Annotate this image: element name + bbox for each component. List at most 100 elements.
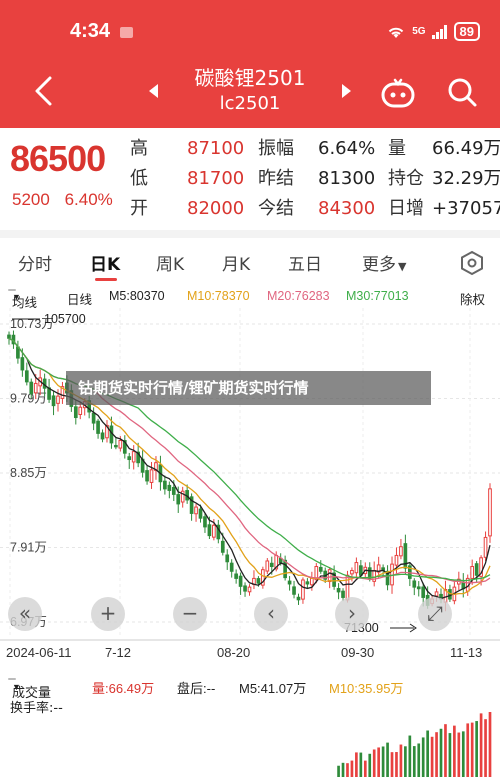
candle-body [394,554,399,566]
quote-row: 低 81700 昨结 81300 持仓 32.29万 [130,164,500,194]
candle-body [91,412,96,424]
candle-body [56,395,60,404]
tab-intraday[interactable]: 分时 [18,250,52,275]
candle-body [412,580,417,588]
period-tabs: 分时 日K 周K 月K 五日 更多 ▼ [0,240,500,284]
candle-body [118,440,123,449]
tab-monthly-k[interactable]: 月K [222,250,250,275]
active-tab-indicator [95,278,117,281]
candle-body [305,581,310,585]
x-tick-label: 7-12 [105,645,132,660]
header-bar: 4:34 5G 89 碳酸锂2501 lc2501 [0,0,500,128]
candle-body [51,395,56,407]
candle-body [310,577,314,586]
volume-bar [386,742,389,777]
value-open-interest: 32.29万 [432,168,500,189]
x-tick-label: 2024-06-11 [6,645,72,660]
scroll-right-icon[interactable]: › [335,597,369,631]
scroll-left-icon[interactable]: ‹ [254,597,288,631]
candle-body [354,562,359,574]
label-open-interest: 持仓 [388,168,424,189]
candle-body [29,381,34,395]
overlay-banner: 钴期货实时行情/锂矿期货实时行情 [66,371,431,405]
value-prev-settle: 81300 [318,168,376,189]
zoom-in-icon[interactable]: + [91,597,125,631]
volume-bar [439,728,443,777]
volume-bar [404,746,407,777]
volume-bar [341,762,345,777]
fullscreen-icon[interactable]: ⤢ [418,597,452,631]
indicator-type-select[interactable]: 均线 ▼ [8,289,37,310]
candle-body [203,516,207,528]
candle-body [131,451,136,463]
volume-bar [337,765,340,777]
volume-bar [461,731,465,777]
tab-more[interactable]: 更多 ▼ [362,250,406,275]
candle-body [318,566,323,572]
y-tick-label: 7.91万 [10,541,47,555]
settings-icon[interactable] [459,250,485,276]
candle-body [114,444,118,448]
candle-body [33,382,38,394]
y-tick-label: 8.85万 [10,466,47,480]
candle-body [421,586,426,598]
ma5-value: M5:80370 [109,289,165,303]
back-arrow-icon[interactable] [30,74,60,108]
candle-body [24,370,29,383]
tab-weekly-k[interactable]: 周K [156,250,184,275]
value-daily-change: +37057 [432,198,500,219]
candle-body [145,470,149,482]
network-label: 5G [412,25,426,37]
candle-body [269,562,274,568]
volume-bar [435,732,438,777]
tab-five-day[interactable]: 五日 [288,250,322,275]
label-settle: 今结 [258,198,294,219]
candle-body [73,406,78,419]
candle-body [198,508,203,519]
candle-body [488,488,492,537]
after-hours-volume: 盘后:-- [177,681,216,696]
candle-body [287,580,292,585]
volume-header: 成交量 ▼ 量:66.49万 盘后:-- M5:41.07万 M10:35.95万 [0,675,500,700]
volume-bar [359,752,363,777]
signal-icon [431,24,447,39]
next-contract-icon[interactable] [341,83,353,99]
adjust-toggle[interactable]: 除权 [460,289,485,308]
ma10-value: M10:78370 [187,289,250,303]
volume-bar [479,713,483,777]
value-amplitude: 6.64% [318,138,376,159]
change-value: 5200 [12,190,50,209]
notification-icon [120,27,133,38]
candle-body [127,456,132,461]
volume-bar [448,733,452,777]
candle-body [163,480,167,490]
candle-body [243,585,247,592]
candle-body [220,540,225,553]
volume-bar [426,730,429,777]
candle-body [212,524,216,538]
volume-indicator-select[interactable]: 成交量 ▼ [8,678,51,700]
zoom-out-full-icon[interactable]: « [8,597,42,631]
candle-body [229,562,234,572]
zoom-out-icon[interactable]: − [173,597,207,631]
volume-bar [475,721,478,777]
value-open: 82000 [187,198,245,219]
volume-bar [350,760,354,777]
value-low: 81700 [187,168,245,189]
candle-body [149,469,154,483]
volume-bar [346,763,349,777]
volume-bar [399,744,403,777]
tab-daily-k[interactable]: 日K [90,250,120,275]
search-icon[interactable] [446,76,478,108]
battery-indicator: 89 [453,22,480,41]
volume-bar [412,746,416,777]
contract-code: lc2501 [219,93,281,114]
candle-body [296,596,301,601]
status-time: 4:34 [70,20,111,42]
candle-body [292,586,296,595]
ma30-value: M30:77013 [346,289,409,303]
candle-body [416,586,421,590]
volume-bar [372,749,376,777]
robot-assistant-icon[interactable] [380,76,416,108]
high-marker-label: 105700 [44,312,86,326]
